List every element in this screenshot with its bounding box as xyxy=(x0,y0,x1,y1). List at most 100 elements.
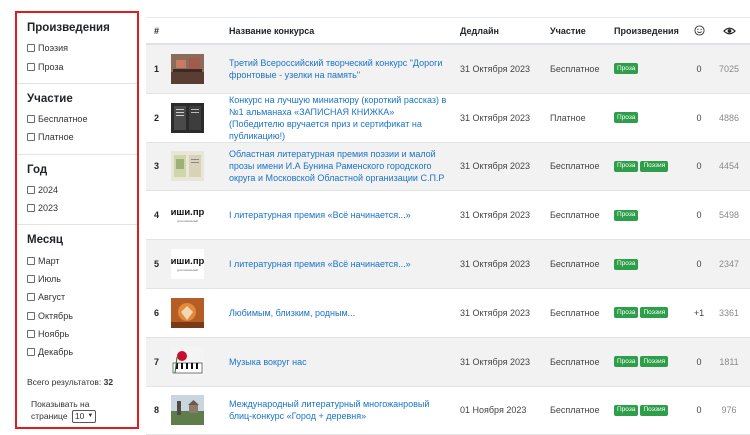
contest-title-cell: Музыка вокруг нас xyxy=(229,356,460,368)
works-badges: Проза Поэзия xyxy=(614,404,684,416)
filter-option-2024[interactable]: 2024 xyxy=(27,181,137,199)
deadline: 31 Октября 2023 xyxy=(460,307,531,318)
filter-option-march[interactable]: Март xyxy=(27,251,137,269)
checkbox[interactable] xyxy=(27,330,35,339)
views-count: 4454 xyxy=(718,161,740,172)
works-badges: Проза xyxy=(614,209,684,221)
table-row: 4пиши.продля писателейI литературная пре… xyxy=(146,191,750,241)
views-count: 3361 xyxy=(718,307,740,318)
checkbox[interactable] xyxy=(27,114,35,123)
participation: Бесплатное xyxy=(550,356,600,367)
participation: Бесплатное xyxy=(550,63,600,74)
deadline: 01 Ноября 2023 xyxy=(460,405,527,416)
col-header-participation[interactable]: Участие xyxy=(550,26,614,36)
checkbox[interactable] xyxy=(27,274,35,283)
results-count: 32 xyxy=(103,376,114,387)
deadline: 31 Октября 2023 xyxy=(460,210,531,221)
contest-thumbnail[interactable] xyxy=(171,297,229,328)
contests-table: # Название конкурса Дедлайн Участие Прои… xyxy=(146,17,750,435)
filter-option-paid[interactable]: Платное xyxy=(27,128,137,146)
filter-option-october[interactable]: Октябрь xyxy=(27,307,137,325)
likes-count: 0 xyxy=(696,63,702,74)
contest-title-cell: I литературная премия «Всё начинается...… xyxy=(229,258,460,270)
contest-title-link[interactable]: I литературная премия «Всё начинается...… xyxy=(229,210,411,220)
contest-title-link[interactable]: Третий Всероссийский творческий конкурс … xyxy=(229,58,442,80)
per-page: Показывать на странице 10 ▼ xyxy=(17,399,137,423)
table-row: 3 Областная литературная премия поэзии и … xyxy=(146,142,750,192)
contest-thumbnail[interactable] xyxy=(171,53,229,84)
row-number: 8 xyxy=(154,405,160,416)
contest-title-cell: Областная литературная премия поэзии и м… xyxy=(229,148,460,184)
col-header-title[interactable]: Название конкурса xyxy=(229,25,460,37)
views-count: 2347 xyxy=(718,259,740,270)
filter-option-july[interactable]: Июль xyxy=(27,270,137,288)
filter-option-free[interactable]: Бесплатное xyxy=(27,110,137,128)
deadline: 31 Октября 2023 xyxy=(460,112,531,123)
filter-option-poetry[interactable]: Поэзия xyxy=(27,39,137,57)
contest-thumbnail[interactable] xyxy=(171,346,229,377)
divider xyxy=(17,153,137,155)
contest-title-link[interactable]: Музыка вокруг нас xyxy=(229,357,307,367)
checkbox[interactable] xyxy=(27,293,35,302)
svg-text:для писателей: для писателей xyxy=(177,219,198,223)
row-number: 3 xyxy=(154,161,160,172)
genre-badge: Проза xyxy=(614,258,639,270)
divider xyxy=(17,224,137,226)
row-number: 4 xyxy=(154,210,160,221)
filter-month-title: Месяц xyxy=(27,234,63,247)
smile-icon[interactable] xyxy=(684,25,714,36)
filter-sidebar: Произведения Поэзия Проза Участие Беспла… xyxy=(15,11,139,429)
contest-thumbnail[interactable] xyxy=(171,395,229,426)
contest-title-cell: Третий Всероссийский творческий конкурс … xyxy=(229,57,460,81)
contest-thumbnail[interactable] xyxy=(171,151,229,182)
contest-title-link[interactable]: I литературная премия «Всё начинается...… xyxy=(229,259,411,269)
deadline: 31 Октября 2023 xyxy=(460,259,531,270)
genre-badge: Проза xyxy=(614,112,639,124)
participation: Бесплатное xyxy=(550,307,600,318)
per-page-select[interactable]: 10 ▼ xyxy=(71,409,97,423)
checkbox[interactable] xyxy=(27,62,35,71)
filter-option-december[interactable]: Декабрь xyxy=(27,343,137,361)
filter-option-2023[interactable]: 2023 xyxy=(27,199,137,217)
filter-option-november[interactable]: Ноябрь xyxy=(27,325,137,343)
checkbox[interactable] xyxy=(27,311,35,320)
row-number: 1 xyxy=(154,63,160,74)
contest-thumbnail[interactable]: пиши.продля писателей xyxy=(171,200,229,231)
eye-icon[interactable] xyxy=(714,26,744,36)
contest-thumbnail[interactable] xyxy=(171,102,229,133)
checkbox[interactable] xyxy=(27,44,35,53)
contest-title-link[interactable]: Областная литературная премия поэзии и м… xyxy=(229,149,444,183)
checkbox[interactable] xyxy=(27,133,35,142)
contest-title-cell: Любимым, близким, родным... xyxy=(229,307,460,319)
checkbox[interactable] xyxy=(27,348,35,357)
participation: Бесплатное xyxy=(550,161,600,172)
works-badges: Проза xyxy=(614,112,684,124)
genre-badge: Поэзия xyxy=(640,160,669,172)
table-body: 1 Третий Всероссийский творческий конкурс… xyxy=(146,45,750,435)
row-number: 6 xyxy=(154,307,160,318)
contest-thumbnail[interactable]: пиши.продля писателей xyxy=(171,249,229,280)
col-header-works[interactable]: Произведения xyxy=(614,26,684,36)
likes-count: 0 xyxy=(696,405,702,416)
checkbox[interactable] xyxy=(27,256,35,265)
checkbox[interactable] xyxy=(27,204,35,213)
participation: Платное xyxy=(550,112,586,123)
likes-count: 0 xyxy=(696,210,702,221)
filter-option-august[interactable]: Август xyxy=(27,288,137,306)
filter-option-prose[interactable]: Проза xyxy=(27,57,137,75)
results-total: Всего результатов: 32 xyxy=(27,376,114,387)
col-header-deadline[interactable]: Дедлайн xyxy=(460,26,550,36)
contest-title-link[interactable]: Любимым, близким, родным... xyxy=(229,308,355,318)
contest-title-cell: Международный литературный многожанровый… xyxy=(229,398,460,422)
checkbox[interactable] xyxy=(27,185,35,194)
filter-works: Произведения Поэзия Проза xyxy=(17,22,137,76)
works-badges: Проза xyxy=(614,63,684,75)
svg-text:пиши.про: пиши.про xyxy=(171,207,204,218)
contest-title-cell: Конкурс на лучшую миниатюру (короткий ра… xyxy=(229,94,460,142)
views-count: 7025 xyxy=(718,63,740,74)
views-count: 1811 xyxy=(719,356,739,367)
contest-title-link[interactable]: Международный литературный многожанровый… xyxy=(229,399,429,421)
genre-badge: Проза xyxy=(614,160,639,172)
contest-title-link[interactable]: Конкурс на лучшую миниатюру (короткий ра… xyxy=(229,95,446,141)
col-header-num: # xyxy=(154,25,160,36)
